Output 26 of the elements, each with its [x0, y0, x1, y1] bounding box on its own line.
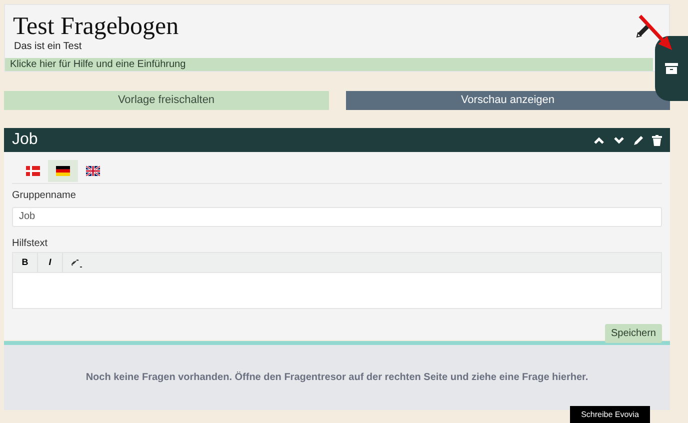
group-title: Job [12, 130, 39, 150]
empty-message: Noch keine Fragen vorhanden. Öffne den Fragentresor auf der rechten Seite und ziehe eine Frage hierher. [86, 370, 588, 385]
text-editor[interactable]: B I [12, 252, 662, 309]
question-vault-tab[interactable] [655, 36, 688, 101]
trash-icon[interactable] [652, 134, 662, 146]
form-title: Test Fragebogen [13, 13, 179, 41]
italic-button[interactable]: I [38, 253, 63, 273]
archive-icon [665, 63, 678, 74]
chevron-up-icon[interactable] [593, 135, 605, 145]
save-button[interactable]: Speichern [604, 324, 662, 343]
form-subtitle: Das ist ein Test [13, 41, 83, 53]
field-label: Gruppenname [12, 189, 77, 203]
denmark-flag-icon [26, 166, 40, 176]
help-bar[interactable]: Klicke hier für Hilfe und eine Einführung [5, 58, 653, 71]
unlock-button[interactable]: Vorlage freischalten [4, 91, 328, 110]
preview-button[interactable]: Vorschau anzeigen [346, 91, 670, 110]
germany-flag-icon [56, 166, 70, 176]
write-evovia-button[interactable]: Schreibe Evovia [570, 406, 650, 423]
language-tab[interactable] [48, 160, 78, 182]
chevron-down-icon[interactable] [613, 135, 625, 145]
bold-button[interactable]: B [13, 253, 38, 273]
pencil-icon[interactable] [633, 134, 644, 146]
uk-flag-icon [86, 166, 100, 176]
group-name-input[interactable]: Job [12, 206, 662, 226]
arrow-annotation [638, 14, 674, 52]
field-label: Hilfstext [12, 237, 49, 251]
